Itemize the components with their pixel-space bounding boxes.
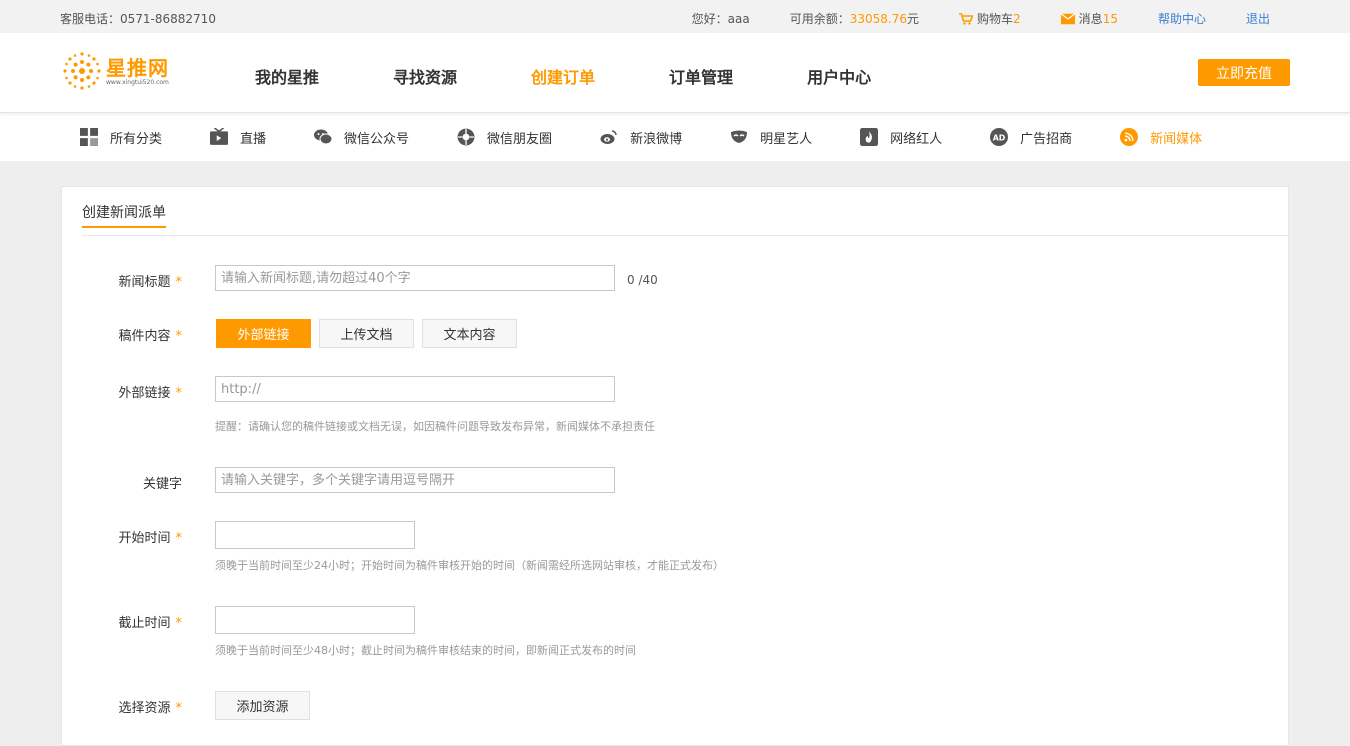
- flame-icon: [860, 128, 879, 146]
- news-title-counter: 0 /40: [627, 273, 658, 287]
- nav-create-order[interactable]: 创建订单: [531, 64, 595, 88]
- wechat-icon: [314, 129, 333, 145]
- ad-icon: AD: [990, 128, 1009, 146]
- news-title-label-text: 新闻标题: [118, 275, 171, 290]
- header: 星推网 www.xingtui520.com 我的星推 寻找资源 创建订单 订单…: [0, 33, 1350, 113]
- category-label: 微信朋友圈: [487, 131, 553, 147]
- category-label: 直播: [240, 131, 267, 147]
- start-time-input[interactable]: [215, 521, 415, 549]
- resource-label-text: 选择资源: [118, 701, 171, 716]
- news-title-input[interactable]: [215, 265, 615, 291]
- external-link-hint: 提醒：请确认您的稿件链接或文档无误，如因稿件问题导致发布异常，新闻媒体不承担责任: [215, 420, 655, 433]
- start-time-hint: 须晚于当前时间至少24小时；开始时间为稿件审核开始的时间（新闻需经所选网站审核，…: [215, 559, 724, 572]
- end-time-label: 截止时间 *: [62, 612, 182, 631]
- mail-icon: [1060, 12, 1075, 24]
- nav-order-management[interactable]: 订单管理: [669, 64, 733, 88]
- main-nav: 我的星推 寻找资源 创建订单 订单管理 用户中心: [255, 64, 945, 88]
- service-phone: 客服电话：0571-86882710: [60, 12, 216, 26]
- star-mask-icon: [731, 130, 748, 143]
- logo[interactable]: 星推网 www.xingtui520.com: [60, 49, 185, 93]
- category-bar: 所有分类 直播 微信公众号 微信朋友圈 新浪微博 明星艺人 网络红人 AD 广告…: [0, 113, 1350, 161]
- start-time-label: 开始时间 *: [62, 527, 182, 546]
- top-bar: 客服电话：0571-86882710 您好：aaa 可用余额： 33058.76…: [0, 0, 1350, 33]
- keyword-label: 关键字: [62, 473, 182, 492]
- logo-name: 星推网: [106, 55, 169, 80]
- tab-text-content[interactable]: 文本内容: [422, 319, 517, 348]
- end-time-hint: 须晚于当前时间至少48小时；截止时间为稿件审核结束的时间，即新闻正式发布的时间: [215, 644, 636, 657]
- panel-title: 创建新闻派单: [82, 202, 166, 228]
- required-mark: *: [175, 701, 183, 716]
- logout-link[interactable]: 退出: [1246, 10, 1270, 27]
- required-mark: *: [175, 386, 183, 401]
- required-mark: *: [175, 531, 183, 546]
- category-all[interactable]: 所有分类: [80, 128, 162, 147]
- logo-text: 星推网 www.xingtui520.com: [106, 57, 169, 86]
- rss-icon: [1120, 128, 1139, 146]
- cart-link[interactable]: 购物车 2: [959, 10, 1021, 27]
- svg-text:AD: AD: [993, 133, 1006, 142]
- news-title-label: 新闻标题 *: [62, 271, 182, 290]
- category-sina-weibo[interactable]: 新浪微博: [600, 128, 682, 147]
- top-right-links: 您好：aaa 可用余额： 33058.76 元 购物车 2 消息 15 帮助中心…: [652, 10, 1270, 27]
- category-label: 明星艺人: [760, 131, 813, 147]
- balance-label: 可用余额：: [789, 12, 850, 26]
- resource-label: 选择资源 *: [62, 697, 182, 716]
- external-link-input[interactable]: [215, 376, 615, 402]
- tab-upload-document[interactable]: 上传文档: [319, 319, 414, 348]
- category-live[interactable]: 直播: [210, 128, 266, 147]
- create-news-order-panel: 创建新闻派单 新闻标题* 0 /40 稿件内容* 外部链接 上传文档 文本内容 …: [61, 186, 1289, 746]
- help-link[interactable]: 帮助中心: [1158, 10, 1206, 27]
- tv-icon: [210, 128, 229, 145]
- message-label: 消息: [1078, 12, 1103, 26]
- category-label: 广告招商: [1020, 131, 1073, 147]
- required-mark: *: [175, 616, 183, 631]
- external-link-label: 外部链接 *: [62, 382, 182, 401]
- required-mark: *: [175, 275, 183, 290]
- logo-url: www.xingtui520.com: [106, 78, 169, 86]
- nav-find-resources[interactable]: 寻找资源: [393, 64, 457, 88]
- add-resource-button[interactable]: 添加资源: [215, 691, 310, 720]
- category-label: 新闻媒体: [1150, 131, 1203, 147]
- grid-icon: [80, 128, 98, 146]
- category-influencers[interactable]: 网络红人: [860, 128, 942, 147]
- greeting: 您好：aaa: [691, 12, 750, 26]
- balance: 可用余额： 33058.76 元: [790, 10, 919, 27]
- logo-sun-icon: [63, 52, 101, 90]
- weibo-icon: [600, 130, 617, 144]
- category-wechat-official[interactable]: 微信公众号: [314, 128, 409, 147]
- tab-external-link[interactable]: 外部链接: [216, 319, 311, 348]
- category-wechat-moments[interactable]: 微信朋友圈: [457, 128, 552, 147]
- required-mark: *: [175, 329, 183, 344]
- category-news-media[interactable]: 新闻媒体: [1120, 128, 1202, 147]
- end-time-label-text: 截止时间: [118, 616, 171, 631]
- balance-unit: 元: [907, 12, 920, 26]
- start-time-label-text: 开始时间: [118, 531, 171, 546]
- content-label: 稿件内容 *: [62, 325, 182, 344]
- balance-value: 33058.76: [849, 11, 907, 26]
- nav-my-xingtui[interactable]: 我的星推: [255, 64, 319, 88]
- cart-icon: [959, 12, 974, 25]
- keyword-input[interactable]: [215, 467, 615, 493]
- nav-user-center[interactable]: 用户中心: [807, 64, 871, 88]
- category-label: 所有分类: [110, 131, 163, 147]
- category-label: 网络红人: [890, 131, 943, 147]
- cart-count: 2: [1013, 11, 1021, 26]
- message-count: 15: [1102, 11, 1118, 26]
- cart-label: 购物车: [977, 12, 1014, 26]
- category-ad-investment[interactable]: AD 广告招商: [990, 128, 1072, 147]
- content-label-text: 稿件内容: [118, 329, 171, 344]
- keyword-label-text: 关键字: [142, 477, 182, 492]
- category-label: 新浪微博: [630, 131, 683, 147]
- end-time-input[interactable]: [215, 606, 415, 634]
- message-link[interactable]: 消息 15: [1060, 10, 1118, 27]
- panel-divider: [82, 235, 1288, 236]
- moments-icon: [457, 128, 475, 146]
- external-link-label-text: 外部链接: [118, 386, 171, 401]
- recharge-button[interactable]: 立即充值: [1198, 59, 1290, 86]
- category-label: 微信公众号: [344, 131, 410, 147]
- category-celebrities[interactable]: 明星艺人: [730, 128, 812, 147]
